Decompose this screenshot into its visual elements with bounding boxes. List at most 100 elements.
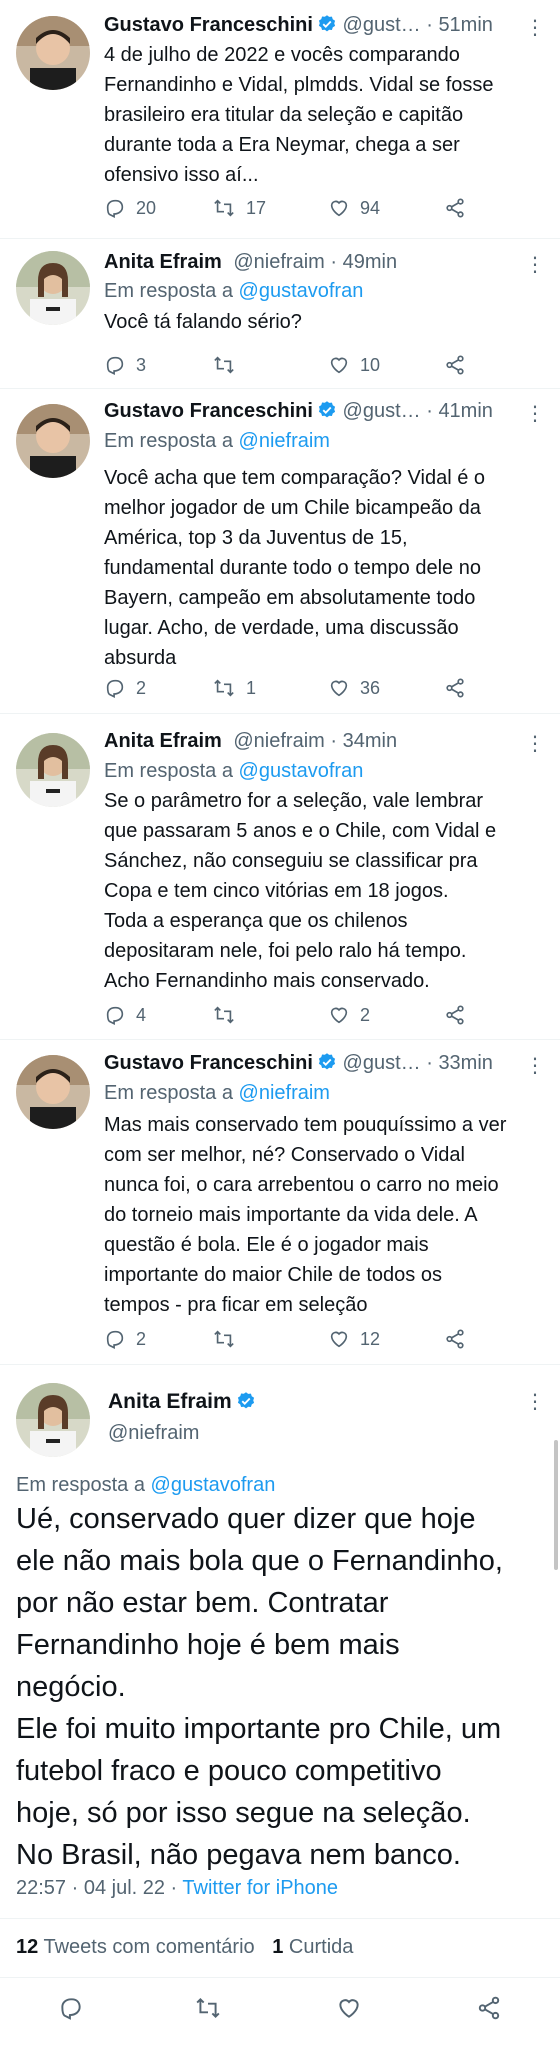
- reply-icon: [106, 356, 124, 376]
- avatar[interactable]: [16, 733, 90, 807]
- quote-label: Tweets com comentário: [43, 1936, 255, 1958]
- author-handle[interactable]: @niefraim: [108, 1418, 199, 1448]
- tweet-time[interactable]: 33min: [438, 1052, 492, 1074]
- like-button[interactable]: 12: [328, 1325, 380, 1353]
- share-button[interactable]: [444, 351, 466, 379]
- quote-tweets-link[interactable]: 12 Tweets com comentário: [16, 1936, 255, 1958]
- tweet-time[interactable]: 51min: [438, 14, 492, 36]
- share-button[interactable]: [444, 1001, 466, 1029]
- tweet-text: Ué, conservado quer dizer que hoje ele n…: [16, 1503, 503, 1871]
- reply-to-link[interactable]: @gustavofran: [239, 280, 364, 302]
- author-handle[interactable]: @gust…: [343, 400, 421, 422]
- author-handle[interactable]: @niefraim: [233, 251, 324, 273]
- reply-count: 2: [136, 1328, 147, 1349]
- like-count: 94: [360, 197, 381, 218]
- reply-context: Em resposta a @gustavofran: [104, 756, 363, 786]
- quote-count: 12: [16, 1936, 39, 1958]
- tweet-actions: 3 10: [104, 351, 474, 379]
- timestamp[interactable]: 22:57 · 04 jul. 22 ·: [16, 1877, 182, 1899]
- author-name[interactable]: Gustavo Franceschini: [104, 14, 313, 36]
- reply-count: 20: [136, 197, 157, 218]
- tweet-time[interactable]: 49min: [343, 251, 397, 273]
- tweet[interactable]: Gustavo Franceschini @gust… · 51min ⋮ 4 …: [0, 0, 560, 222]
- tweet-header: Gustavo Franceschini @gust… · 41min: [104, 396, 530, 426]
- share-button[interactable]: [444, 194, 466, 222]
- share-button[interactable]: [444, 674, 466, 702]
- author-name[interactable]: Anita Efraim: [108, 1387, 256, 1420]
- tweet[interactable]: Gustavo Franceschini @gust… · 33min ⋮ Em…: [0, 1040, 560, 1372]
- tweet-text: Você tá falando sério?: [104, 311, 302, 333]
- tweet[interactable]: Anita Efraim @niefraim · 49min ⋮ Em resp…: [0, 239, 560, 394]
- like-button[interactable]: 10: [328, 351, 380, 379]
- source-link[interactable]: Twitter for iPhone: [182, 1877, 338, 1899]
- reply-to-link[interactable]: @niefraim: [239, 1082, 330, 1104]
- tweet-text: 4 de julho de 2022 e vocês comparando Fe…: [104, 44, 494, 186]
- retweet-button[interactable]: [194, 1994, 222, 2022]
- retweet-icon: [214, 1006, 234, 1024]
- divider: [0, 1977, 560, 1978]
- avatar[interactable]: [16, 16, 90, 90]
- reply-context: Em resposta a @niefraim: [104, 426, 330, 456]
- tweet-time[interactable]: 41min: [438, 400, 492, 422]
- share-button[interactable]: [476, 1994, 502, 2022]
- tweet-actions: 4 2: [104, 1001, 474, 1029]
- like-button[interactable]: 2: [328, 1001, 370, 1029]
- reply-button[interactable]: 20: [104, 194, 156, 222]
- author-name[interactable]: Anita Efraim: [104, 730, 222, 752]
- reply-button[interactable]: 2: [104, 1325, 146, 1353]
- author-handle[interactable]: @gust…: [343, 14, 421, 36]
- reply-icon: [106, 1330, 124, 1350]
- reply-button[interactable]: 3: [104, 351, 146, 379]
- tweet-header: Anita Efraim @niefraim · 34min: [104, 726, 530, 756]
- tweet[interactable]: Gustavo Franceschini @gust… · 41min ⋮ Em…: [0, 389, 560, 709]
- retweet-button[interactable]: [212, 351, 246, 379]
- reply-button[interactable]: [58, 1994, 84, 2022]
- like-icon: [330, 680, 348, 697]
- reply-button[interactable]: 4: [104, 1001, 146, 1029]
- share-icon: [446, 355, 464, 375]
- retweet-button[interactable]: 17: [212, 194, 266, 222]
- author-name[interactable]: Gustavo Franceschini: [104, 1052, 313, 1074]
- retweet-button[interactable]: 1: [212, 674, 256, 702]
- author-handle[interactable]: @gust…: [343, 1052, 421, 1074]
- dot-separator: ·: [426, 400, 433, 422]
- like-count: 1: [272, 1936, 284, 1958]
- reply-to-link[interactable]: @niefraim: [239, 430, 330, 452]
- more-icon[interactable]: ⋮: [525, 404, 545, 424]
- tweet[interactable]: Anita Efraim @niefraim · 34min ⋮ Em resp…: [0, 714, 560, 1038]
- likes-link[interactable]: 1 Curtida: [272, 1936, 353, 1958]
- share-icon: [478, 1996, 500, 2020]
- reply-to-link[interactable]: @gustavofran: [239, 760, 364, 782]
- tweet-time[interactable]: 34min: [343, 730, 397, 752]
- scrollbar[interactable]: [554, 1440, 558, 1570]
- avatar[interactable]: [16, 251, 90, 325]
- reply-count: 2: [136, 677, 147, 698]
- retweet-button[interactable]: [212, 1325, 246, 1353]
- avatar[interactable]: [16, 404, 90, 478]
- more-icon[interactable]: ⋮: [525, 1392, 545, 1412]
- reply-context: Em resposta a @gustavofran: [104, 276, 363, 306]
- reply-context: Em resposta a @niefraim: [104, 1078, 330, 1108]
- more-icon[interactable]: ⋮: [525, 255, 545, 275]
- verified-badge-icon: [317, 399, 337, 426]
- reply-button[interactable]: 2: [104, 674, 146, 702]
- like-button[interactable]: [336, 1994, 362, 2022]
- dot-separator: ·: [426, 1052, 433, 1074]
- main-tweet-actions: [0, 1994, 560, 2024]
- author-name[interactable]: Anita Efraim: [104, 251, 222, 273]
- share-icon: [446, 1329, 464, 1349]
- reply-to-link[interactable]: @gustavofran: [151, 1474, 276, 1496]
- more-icon[interactable]: ⋮: [525, 1056, 545, 1076]
- like-button[interactable]: 94: [328, 194, 380, 222]
- author-handle[interactable]: @niefraim: [233, 730, 324, 752]
- more-icon[interactable]: ⋮: [525, 734, 545, 754]
- more-icon[interactable]: ⋮: [525, 18, 545, 38]
- avatar[interactable]: [16, 1055, 90, 1129]
- like-button[interactable]: 36: [328, 674, 380, 702]
- author-name[interactable]: Gustavo Franceschini: [104, 400, 313, 422]
- like-count: 36: [360, 677, 381, 698]
- share-button[interactable]: [444, 1325, 466, 1353]
- reply-icon: [106, 199, 124, 219]
- retweet-button[interactable]: [212, 1001, 246, 1029]
- avatar[interactable]: [16, 1383, 90, 1457]
